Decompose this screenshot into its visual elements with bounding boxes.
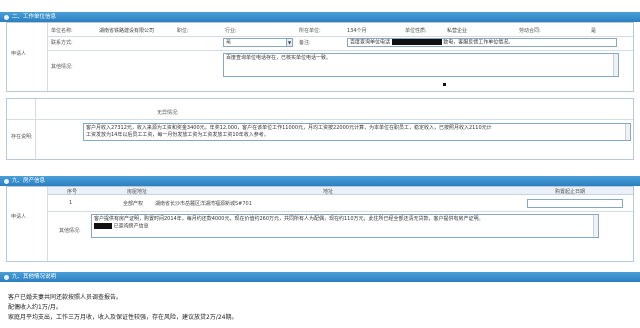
other-value: 百度查询单位电话存在，已核实单位电话一致。 [226, 55, 332, 61]
section-title: 九、其他情况说明 [12, 274, 57, 280]
other-label: 其他情况: [51, 64, 73, 70]
duty-label: 所在单位: [299, 28, 321, 34]
row-addr: 湖南省长沙市岳麓区洋湖湾福源新城5#701 [155, 201, 252, 207]
verify-select-value: 是 [226, 39, 232, 45]
cursor-dot [443, 83, 446, 86]
note-label: 无异情况: [157, 110, 179, 116]
verify-select[interactable]: 是 ▼ [223, 38, 293, 47]
work-info-panel: 申请人 单位名称: 湖南省铁路建设有限公司 职位: 行业: 所在单位: 134个… [6, 22, 634, 92]
section-header-work: 二、工作单位信息 [0, 12, 640, 22]
section-header-other: 九、其他情况说明 [0, 272, 640, 282]
col-addr: 房屋地址 [127, 189, 148, 195]
industry-label: 行业: [225, 28, 237, 34]
unit-name-label: 单位名称: [51, 28, 73, 34]
income-desc-line2: 工资发放为14年以后员工工资，每一月份发放工资为工资发放工资10年收入参考。 [86, 132, 269, 138]
applicant-label: 申请人 [11, 51, 27, 57]
phone-desc-field[interactable]: 百度查询单位电话 致电，客服反馈工作单位情况。 [347, 38, 617, 47]
row-owner: 全部产权 [123, 201, 144, 207]
other-line3: 家庭月平均支出，工作三万月收，收入及保证性较强，存在风险，建议放贷2万/24期。 [8, 314, 238, 321]
income-desc-line1: 客户月收入27312元，收入来源为工资和奖金3400元，年奖12,000，客户在… [86, 125, 492, 131]
property-panel: 申请人 序号 房屋地址 地址 购置起止日期 1 全部产权 湖南省长沙市岳麓区洋湖… [6, 186, 634, 262]
scrollbar[interactable] [593, 215, 598, 237]
row-no: 1 [69, 200, 73, 206]
unit-type-label: 单位性质: [405, 28, 427, 34]
remark-label: 备注: [299, 40, 311, 46]
scrollbar[interactable] [625, 124, 630, 140]
col-no: 序号 [67, 189, 78, 195]
section-icon [4, 14, 9, 20]
col-date: 购置起止日期 [555, 189, 586, 195]
col-area: 地址 [323, 189, 334, 195]
unit-name-value: 湖南省铁路建设有限公司 [99, 28, 155, 34]
property-applicant-label: 申请人 [11, 214, 27, 220]
property-remark-label: 其他情况: [59, 228, 81, 234]
desc-label: 存在说明: [11, 134, 33, 140]
redacted-block [391, 39, 442, 45]
section-title: 二、工作单位信息 [12, 14, 57, 20]
position-label: 职位: [177, 28, 189, 34]
other-line1: 客户已婚夫妻共同还款按照人员调查报告。 [8, 294, 123, 301]
section-icon [4, 178, 9, 184]
property-remark-textarea[interactable]: 客户提供有房产证明，购置时间2014年，每月约还款4000元，现在价值约260万… [91, 214, 599, 238]
chevron-down-icon: ▼ [286, 39, 292, 46]
scrollbar[interactable] [613, 54, 618, 76]
contract-value: 是 [591, 28, 597, 34]
other-textarea[interactable]: 百度查询单位电话存在，已核实单位电话一致。 [223, 53, 619, 77]
purchase-date-field[interactable] [527, 199, 623, 208]
phone-desc-b: 致电，客服反馈工作单位情况。 [443, 39, 514, 46]
phone-desc-a: 百度查询单位电话 [350, 39, 391, 46]
unit-type-value: 私营企业 [447, 28, 468, 34]
property-remark-line2: 已查询房产信息 [113, 223, 149, 230]
verify-label: 联系方式: [51, 40, 73, 46]
income-panel: 无异情况: 存在说明: 客户月收入27312元，收入来源为工资和奖金3400元，… [6, 98, 634, 160]
income-desc-textarea[interactable]: 客户月收入27312元，收入来源为工资和奖金3400元，年奖12,000，客户在… [83, 123, 631, 141]
section-header-property: 九、房产信息 [0, 176, 640, 186]
property-remark-line1: 客户提供有房产证明，购置时间2014年，每月约还款4000元，现在价值约260万… [94, 216, 484, 222]
section-icon [4, 274, 9, 280]
property-remark-line2-wrap: 已查询房产信息 [94, 223, 596, 231]
other-line2: 配偶收入约1万/月。 [8, 304, 62, 311]
duty-value: 134个月 [347, 28, 367, 34]
redacted-block [94, 223, 112, 229]
contract-label: 劳动合同: [519, 28, 541, 34]
section-title: 九、房产信息 [12, 178, 46, 184]
